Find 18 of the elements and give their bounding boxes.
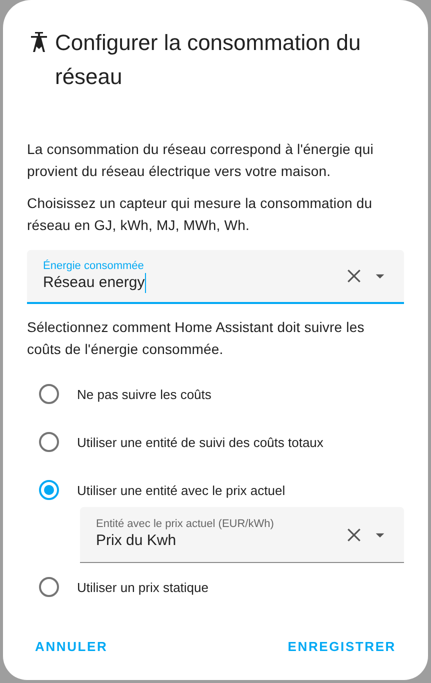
description-text: Choisissez un capteur qui mesure la consommation du réseau en GJ, kWh, MJ, MWh, Wh. bbox=[27, 194, 374, 235]
dropdown-field[interactable]: Entité avec le prix actuel (EUR/kWh) Prix du Kwh bbox=[80, 507, 404, 563]
radio-button[interactable] bbox=[39, 432, 59, 452]
option-label[interactable]: Ne pas suivre les coûts bbox=[77, 386, 212, 402]
option-label[interactable]: Utiliser un prix statique bbox=[77, 580, 208, 594]
field-label: Entité avec le prix actuel (EUR/kWh) bbox=[96, 518, 275, 531]
field-label: Énergie consommée bbox=[43, 260, 145, 272]
description-text: Sélectionnez comment Home Assistant doit suivre les coûts de l'énergie consommée. bbox=[27, 318, 366, 359]
description-text: La consommation du réseau correspond à l'énergie qui provient du réseau électrique vers votre maison. bbox=[27, 140, 374, 181]
radio-button[interactable] bbox=[39, 384, 59, 404]
radio-button[interactable] bbox=[39, 577, 59, 597]
field-value: Prix du Kwh bbox=[96, 531, 176, 551]
field-value: Réseau energy bbox=[43, 272, 146, 292]
dialog-title: Configurer la consommation du réseau bbox=[55, 29, 362, 91]
option-label[interactable]: Utiliser une entité de suivi des coûts totaux bbox=[77, 434, 324, 450]
dropdown-field[interactable]: Énergie consommée Réseau energy bbox=[27, 250, 404, 304]
option-label[interactable]: Utiliser une entité avec le prix actuel bbox=[77, 482, 286, 498]
radio-button[interactable] bbox=[39, 480, 59, 500]
